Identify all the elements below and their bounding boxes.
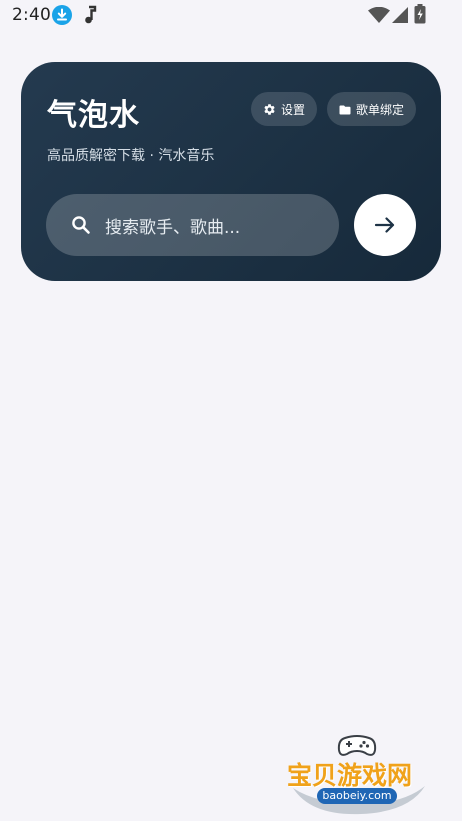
arrow-right-icon bbox=[374, 217, 395, 233]
status-bar: 2:40 bbox=[0, 0, 462, 32]
playlist-bind-label: 歌单绑定 bbox=[355, 102, 404, 117]
settings-button[interactable]: 设置 bbox=[251, 92, 317, 126]
watermark-url: baobeiy.com bbox=[317, 788, 397, 804]
search-submit-button[interactable] bbox=[354, 194, 416, 256]
app-subtitle: 高品质解密下载 · 汽水音乐 bbox=[47, 148, 215, 164]
app-title: 气泡水 bbox=[47, 98, 140, 133]
playlist-bind-button[interactable]: 歌单绑定 bbox=[327, 92, 416, 126]
search-icon bbox=[72, 216, 90, 234]
music-note-icon bbox=[85, 5, 97, 24]
battery-charging-icon bbox=[414, 4, 426, 24]
gamepad-icon bbox=[337, 735, 377, 756]
watermark-logo: 宝贝游戏网 baobeiy.com bbox=[285, 730, 430, 820]
folder-icon bbox=[339, 105, 351, 114]
download-icon bbox=[52, 5, 72, 25]
wifi-icon bbox=[368, 7, 390, 23]
status-time: 2:40 bbox=[12, 5, 51, 25]
watermark-text: 宝贝游戏网 bbox=[287, 761, 413, 790]
header-card: 气泡水 高品质解密下载 · 汽水音乐 设置 歌单绑定 搜索歌手、歌曲... bbox=[21, 62, 441, 281]
cell-signal-icon bbox=[392, 7, 408, 23]
settings-label: 设置 bbox=[280, 102, 305, 117]
search-input[interactable]: 搜索歌手、歌曲... bbox=[46, 194, 339, 256]
gear-icon bbox=[264, 103, 275, 115]
search-placeholder: 搜索歌手、歌曲... bbox=[105, 217, 241, 238]
